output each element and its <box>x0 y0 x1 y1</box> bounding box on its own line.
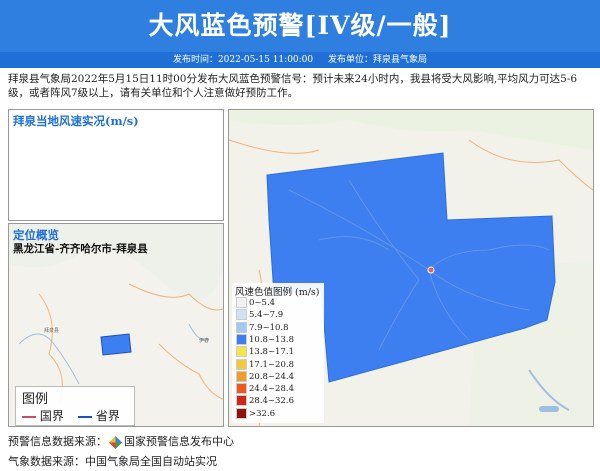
colorbar-label: >32.6 <box>249 408 276 419</box>
colorbar-label: 17.1~20.8 <box>249 359 294 370</box>
colorbar-label: 10.8~13.8 <box>249 334 294 345</box>
legend-national-border: 国界 <box>22 407 64 424</box>
colorbar-label: 24.4~28.4 <box>249 384 294 395</box>
location-path: 黑龙江省-齐齐哈尔市-拜泉县 <box>13 243 148 255</box>
legend-national-border-label: 国界 <box>39 409 64 423</box>
publish-time: 发布时间：2022-05-15 11:00:00 <box>172 55 314 65</box>
legend-province-border: 省界 <box>78 407 120 424</box>
publish-info-bar: 发布时间：2022-05-15 11:00:00 发布单位：拜泉县气象局 <box>0 52 600 68</box>
colorbar-swatch <box>236 370 247 382</box>
wind-speed-colorbar: 风速色值图例 (m/s) 0~5.4 5.4~7.9 7.9~10.8 10.8~13… <box>232 283 324 423</box>
location-overview-panel: 定位概览 黑龙江省-齐齐哈尔市-拜泉县 拜泉县 伊春 图例 国界 省界 <box>8 223 224 427</box>
colorbar-item: >32.6 <box>236 407 276 419</box>
colorbar-swatch <box>236 407 247 419</box>
colorbar-item: 20.8~24.4 <box>236 370 294 382</box>
baiquan-county-highlight <box>100 333 132 356</box>
colorbar-label: 5.4~7.9 <box>249 310 284 321</box>
colorbar-swatch <box>236 297 247 308</box>
map-label-yichun: 伊春 <box>199 337 209 344</box>
colorbar-item: 5.4~7.9 <box>236 309 284 321</box>
colorbar-swatch <box>236 358 247 370</box>
colorbar-item: 13.8~17.1 <box>236 346 294 358</box>
colorbar-swatch <box>236 383 247 395</box>
national-border-swatch-icon <box>22 415 36 418</box>
colorbar-label: 0~5.4 <box>249 298 276 308</box>
publisher: 发布单位：拜泉县气象局 <box>328 55 428 65</box>
colorbar-swatch <box>236 333 247 345</box>
province-border-swatch-icon <box>78 415 92 418</box>
warning-center-logo-icon <box>109 435 122 449</box>
colorbar-swatch <box>236 309 247 321</box>
colorbar-item: 10.8~13.8 <box>236 333 294 345</box>
colorbar-swatch <box>236 321 247 333</box>
warning-source-label: 预警信息数据来源： <box>8 435 107 448</box>
page-title: 大风蓝色预警[IV级/一般] <box>148 11 452 40</box>
colorbar-label: 13.8~17.1 <box>249 347 294 358</box>
county-seat-marker <box>427 266 435 274</box>
colorbar-swatch <box>236 395 247 407</box>
colorbar-title: 风速色值图例 (m/s) <box>235 287 320 298</box>
colorbar-item: 24.4~28.4 <box>236 383 294 395</box>
colorbar-swatch <box>236 346 247 358</box>
colorbar-item: 17.1~20.8 <box>236 358 294 370</box>
wind-panel-title: 拜泉当地风速实况(m/s) <box>13 114 139 128</box>
colorbar-label: 20.8~24.4 <box>249 371 294 382</box>
colorbar-item: 28.4~32.6 <box>236 395 294 407</box>
colorbar-label: 28.4~32.6 <box>249 396 294 407</box>
legend-title: 图例 <box>22 392 49 407</box>
colorbar-item: 0~5.4 <box>236 297 275 308</box>
wind-speed-panel: 拜泉当地风速实况(m/s) <box>8 109 224 221</box>
map-label-baiquan: 拜泉县 <box>44 327 59 334</box>
overview-legend: 图例 国界 省界 <box>15 386 135 426</box>
header-bar: 大风蓝色预警[IV级/一般] <box>0 0 600 52</box>
warning-description: 拜泉县气象局2022年5月15日11时00分发布大风蓝色预警信号：预计未来24小… <box>8 73 578 99</box>
legend-province-border-label: 省界 <box>95 409 120 423</box>
colorbar-item: 7.9~10.8 <box>236 321 289 333</box>
warning-source-name: 国家预警信息发布中心 <box>124 435 234 448</box>
weather-source: 气象数据来源：中国气象局全国自动站实况 <box>8 455 217 468</box>
warning-source: 预警信息数据来源： 国家预警信息发布中心 <box>8 433 234 449</box>
colorbar-label: 7.9~10.8 <box>249 322 289 333</box>
